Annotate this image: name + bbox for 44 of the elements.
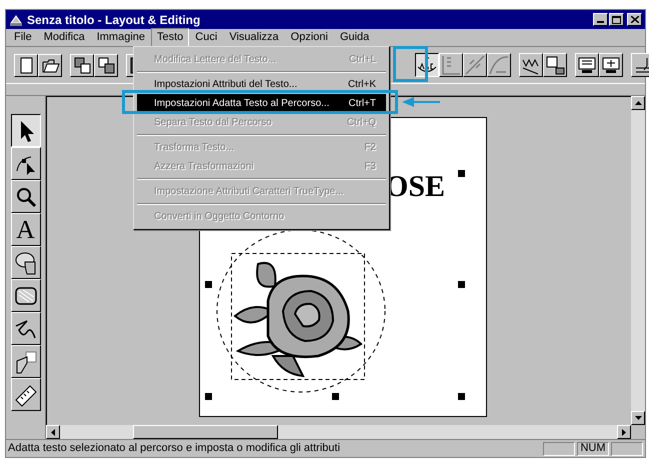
paste-icon [96,56,116,74]
scroll-up-button[interactable] [631,96,645,110]
selection-handle[interactable] [205,281,212,288]
status-panel [611,442,643,456]
status-panel: NUM [577,442,609,456]
tool-button[interactable]: A [10,213,40,246]
menu-item[interactable]: File [8,29,38,46]
minimize-icon [597,21,604,23]
selection-handle[interactable] [458,281,465,288]
callout-frame [393,46,428,82]
copy-icon [72,56,92,74]
selection-handle[interactable] [458,170,465,177]
app-icon [9,12,23,26]
menu-item[interactable]: Guida [334,29,376,46]
close-icon [630,16,638,23]
menu-item[interactable]: Opzioni [284,29,334,46]
status-panel [543,442,575,456]
status-message: Adatta testo selezionato al percorso e imposta o modifica gli attributi [8,441,342,456]
maximize-button[interactable] [609,13,624,26]
menu-item[interactable]: Immagine [90,29,151,46]
horizontal-scrollbar[interactable] [46,425,631,439]
minimize-button[interactable] [593,13,608,26]
scroll-down-button[interactable] [631,411,645,425]
scroll-thumb[interactable] [133,425,278,439]
callout-arrow [402,97,440,107]
menu-item[interactable]: Modifica [38,29,91,46]
scroll-left-button[interactable] [46,425,60,439]
tool-button[interactable] [10,114,40,147]
menu-item[interactable]: Cuci [189,29,224,46]
down-arrow-icon [634,416,642,420]
up-arrow-icon [634,101,642,105]
shape-icon [12,250,38,276]
close-button[interactable] [627,13,642,26]
right-arrow-icon [622,428,626,436]
selection-handle[interactable] [458,393,465,400]
selection-handle[interactable] [205,393,212,400]
menu-item[interactable]: Impostazioni Attributi del Testo... Ctrl+K [137,75,386,94]
scroll-right-button[interactable] [617,425,631,439]
window-title: Senza titolo - Layout & Editing [27,12,202,28]
selection-handle[interactable] [332,393,339,400]
vertical-scrollbar[interactable] [631,96,645,425]
left-arrow-icon [51,428,55,436]
maximize-icon [612,16,621,24]
menu-item[interactable]: Visualizza [223,29,285,46]
